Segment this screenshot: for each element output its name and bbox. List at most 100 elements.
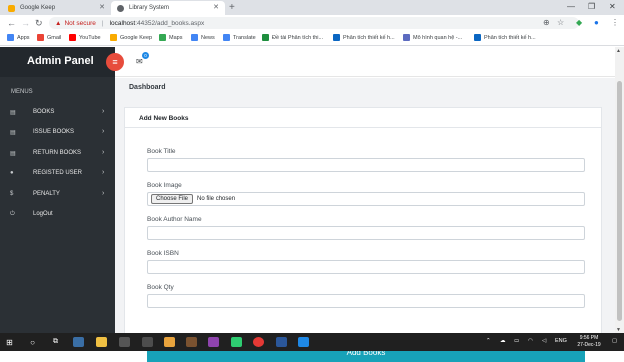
zoom-icon[interactable]: ⊕ bbox=[543, 18, 550, 27]
extension-icon[interactable]: ◆ bbox=[576, 18, 582, 27]
menu-kebab-icon[interactable]: ⋮ bbox=[611, 18, 619, 27]
address-bar[interactable]: ▲ Not secure | localhost :44352/add_book… bbox=[49, 17, 579, 29]
book-title-label: Book Title bbox=[147, 148, 176, 155]
app-icon[interactable] bbox=[119, 337, 130, 347]
notification-badge: 0 bbox=[142, 52, 149, 59]
book-image-file-input[interactable]: Choose File No file chosen bbox=[147, 192, 585, 206]
linkedin-icon bbox=[474, 34, 481, 41]
bookmark-apps[interactable]: Apps bbox=[7, 34, 30, 41]
mail-icon[interactable]: ✉ bbox=[136, 57, 143, 66]
chrome-icon[interactable] bbox=[253, 337, 264, 347]
reload-icon[interactable]: ↻ bbox=[35, 18, 43, 29]
sidebar-item-books[interactable]: ▤ BOOKS › bbox=[0, 104, 115, 122]
app-icon[interactable] bbox=[164, 337, 175, 347]
card-title: Add New Books bbox=[139, 115, 189, 122]
book-isbn-label: Book ISBN bbox=[147, 250, 179, 257]
notifications-icon[interactable]: ▢ bbox=[612, 338, 617, 344]
sidebar-item-registed-user[interactable]: ● REGISTED USER › bbox=[0, 165, 115, 183]
bookmark-gmail[interactable]: Gmail bbox=[37, 34, 61, 41]
sidebar-item-penalty[interactable]: $ PENALTY › bbox=[0, 186, 115, 204]
visual-studio-icon[interactable] bbox=[208, 337, 219, 347]
bookmark-google-keep[interactable]: Google Keep bbox=[110, 34, 152, 41]
bookmark-label: Gmail bbox=[47, 34, 62, 41]
bookmarks-bar: Apps Gmail YouTube Google Keep Maps News… bbox=[0, 31, 624, 46]
browser-toolbar: ← → ↻ ▲ Not secure | localhost :44352/ad… bbox=[0, 15, 624, 31]
clock[interactable]: 9:56 PM 27-Dec-19 bbox=[570, 335, 608, 349]
gmail-icon bbox=[37, 34, 44, 41]
maximize-icon[interactable]: ❐ bbox=[588, 2, 595, 11]
star-icon[interactable]: ☆ bbox=[557, 18, 564, 27]
menu-toggle-button[interactable]: ≡ bbox=[106, 53, 124, 71]
page-scrollbar[interactable]: ▲ ▼ bbox=[615, 47, 624, 334]
maps-icon bbox=[159, 34, 166, 41]
sidebar-item-logout[interactable]: ⏻ LogOut bbox=[0, 206, 115, 224]
bookmark-phan-tich-2[interactable]: Phân tích thiết kế h... bbox=[474, 34, 536, 41]
sidebar-item-issue-books[interactable]: ▤ ISSUE BOOKS › bbox=[0, 124, 115, 142]
app-icon[interactable] bbox=[73, 337, 84, 347]
not-secure-label: Not secure bbox=[64, 19, 96, 27]
bookmark-de-tai[interactable]: Đề tài Phân tích thi... bbox=[262, 34, 323, 41]
bookmark-youtube[interactable]: YouTube bbox=[69, 34, 101, 41]
chevron-right-icon: › bbox=[102, 108, 105, 115]
scrollbar-thumb[interactable] bbox=[617, 81, 622, 321]
chevron-right-icon: › bbox=[102, 128, 105, 135]
close-tab-icon[interactable]: ✕ bbox=[213, 4, 219, 11]
choose-file-button[interactable]: Choose File bbox=[151, 194, 194, 204]
chevron-right-icon: › bbox=[102, 190, 105, 197]
app-icon[interactable] bbox=[142, 337, 153, 347]
book-icon: ▤ bbox=[10, 151, 16, 157]
bookmark-mo-hinh[interactable]: Mô hình quan hệ -... bbox=[403, 34, 462, 41]
app-icon[interactable] bbox=[186, 337, 197, 347]
profile-avatar-icon[interactable]: ● bbox=[594, 18, 599, 27]
hamburger-icon: ≡ bbox=[112, 57, 118, 67]
clock-date: 27-Dec-19 bbox=[577, 342, 601, 348]
bookmark-news[interactable]: News bbox=[191, 34, 215, 41]
app-icon[interactable] bbox=[231, 337, 242, 347]
wifi-icon[interactable]: ◠ bbox=[528, 338, 533, 344]
chevron-right-icon: › bbox=[102, 169, 105, 176]
book-isbn-input[interactable] bbox=[147, 260, 585, 274]
window-close-icon[interactable]: ✕ bbox=[609, 2, 616, 11]
clock-time: 9:56 PM bbox=[579, 335, 599, 341]
sidebar-item-label: BOOKS bbox=[33, 109, 55, 115]
sidebar: Admin Panel MENUS ▤ BOOKS › ▤ ISSUE BOOK… bbox=[0, 47, 115, 334]
volume-icon[interactable]: ◁ bbox=[542, 338, 546, 344]
windows-start-icon[interactable]: ⊞ bbox=[4, 337, 15, 347]
file-explorer-icon[interactable] bbox=[96, 337, 107, 347]
language-indicator[interactable]: ENG bbox=[555, 338, 567, 344]
forward-arrow-icon[interactable]: → bbox=[21, 18, 30, 28]
bookmark-phan-tich-1[interactable]: Phân tích thiết kế h... bbox=[333, 34, 395, 41]
sidebar-header: Admin Panel bbox=[0, 47, 115, 77]
book-qty-input[interactable] bbox=[147, 294, 585, 308]
bookmark-maps[interactable]: Maps bbox=[159, 34, 182, 41]
chevron-up-icon[interactable]: ⌃ bbox=[486, 338, 491, 344]
dollar-icon: $ bbox=[10, 191, 14, 197]
minimize-icon[interactable]: — bbox=[567, 2, 575, 11]
back-arrow-icon[interactable]: ← bbox=[7, 18, 16, 28]
page-title: Dashboard bbox=[129, 84, 166, 91]
cloud-icon[interactable]: ☁ bbox=[500, 338, 506, 344]
bookmark-label: Apps bbox=[17, 34, 30, 41]
book-icon: ▤ bbox=[10, 110, 16, 116]
scroll-up-arrow-icon[interactable]: ▲ bbox=[616, 48, 621, 54]
word-icon[interactable] bbox=[276, 337, 287, 347]
close-tab-icon[interactable]: ✕ bbox=[99, 4, 105, 11]
battery-icon[interactable]: ▭ bbox=[514, 338, 519, 344]
sidebar-item-return-books[interactable]: ▤ RETURN BOOKS › bbox=[0, 145, 115, 163]
bookmark-translate[interactable]: Translate bbox=[223, 34, 256, 41]
sidebar-item-label: RETURN BOOKS bbox=[33, 150, 82, 156]
book-qty-label: Book Qty bbox=[147, 284, 174, 291]
bookmark-label: Phân tích thiết kế h... bbox=[343, 34, 395, 41]
search-icon[interactable]: ○ bbox=[27, 337, 38, 347]
task-view-icon[interactable]: ⧉ bbox=[50, 337, 61, 347]
bookmark-label: Phân tích thiết kế h... bbox=[484, 34, 536, 41]
tab-google-keep[interactable]: Google Keep ✕ bbox=[2, 1, 111, 15]
warning-icon: ▲ bbox=[55, 19, 62, 27]
book-title-input[interactable] bbox=[147, 158, 585, 172]
tab-library-system[interactable]: Library System ✕ bbox=[111, 1, 225, 15]
book-author-input[interactable] bbox=[147, 226, 585, 240]
linkedin-icon bbox=[333, 34, 340, 41]
sidebar-item-label: REGISTED USER bbox=[33, 170, 83, 176]
app-icon[interactable] bbox=[298, 337, 309, 347]
new-tab-button[interactable]: + bbox=[229, 2, 235, 13]
